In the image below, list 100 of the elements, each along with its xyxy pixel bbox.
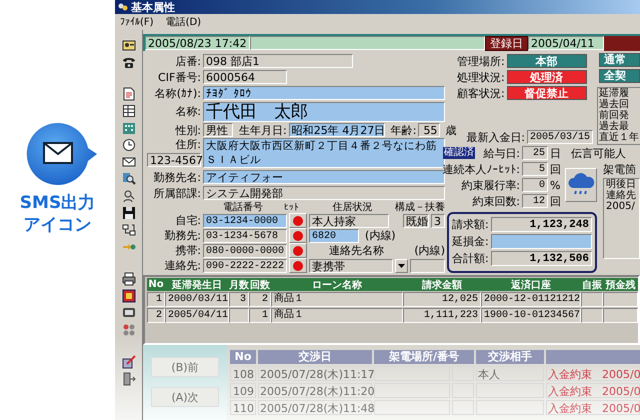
field-label: 顧客状況: <box>457 86 505 100</box>
table-cell: 2005/07/28(木)11:48 <box>258 400 372 415</box>
field-label: 勤務先: <box>163 228 201 243</box>
table-cell: 2005/07/28(木)11:20 <box>258 383 372 398</box>
birth-date-field[interactable]: 昭和25年 4月27日 <box>288 123 385 137</box>
table-cell: 109 <box>230 383 256 398</box>
field-label: 最新入金日: <box>466 130 525 144</box>
value-field: 2005/03/15 <box>527 130 593 144</box>
column-header: 預金残 <box>604 278 636 292</box>
document-icon[interactable] <box>122 87 136 101</box>
table-icon[interactable] <box>122 104 136 118</box>
datetime-field: 2005/08/23 17:42 <box>145 36 250 50</box>
field-label: CIF番号: <box>157 70 201 84</box>
printer-icon[interactable] <box>122 272 136 286</box>
value-field: 12 <box>522 194 548 208</box>
history-item: 前回発 <box>599 110 630 121</box>
amount-field[interactable] <box>490 234 592 248</box>
memo-field[interactable]: 明後日 連絡先 2005/ <box>603 178 640 259</box>
extension-field[interactable]: 6820 <box>309 228 359 242</box>
marital-field[interactable]: 既婚 <box>403 214 429 228</box>
value-field: 0 <box>522 178 548 192</box>
table-cell <box>581 308 603 323</box>
phone-field[interactable]: 080-0000-0000 <box>203 244 287 258</box>
postal-code-field[interactable]: 123-4567 <box>147 153 201 167</box>
table-cell <box>476 400 544 415</box>
person-icon[interactable] <box>122 189 136 203</box>
menu-item[interactable]: 電話(D) <box>166 15 202 29</box>
nav-button[interactable]: (A)次 <box>151 387 219 407</box>
phone-field[interactable]: 03-1234-5678 <box>203 228 287 242</box>
column-label: 連絡先名称 <box>329 243 384 258</box>
hit-indicator-button[interactable] <box>289 258 307 273</box>
weather-button[interactable] <box>565 168 597 202</box>
square-icon[interactable] <box>122 289 136 303</box>
dependents-field[interactable]: 3 <box>431 214 445 228</box>
table-cell: 入金約束 2005/0 <box>546 366 640 381</box>
search-icon[interactable] <box>122 172 136 186</box>
status-badge: 督促禁止 <box>506 86 587 100</box>
unit-label: 歳 <box>445 122 456 138</box>
field-label: 生年月日: <box>239 122 287 138</box>
table-cell: 1 <box>249 308 271 323</box>
extension-label: (内線) <box>365 228 396 243</box>
age-field[interactable]: 55 <box>418 123 440 137</box>
callout-label: SMS出力 アイコン <box>20 192 96 236</box>
hit-indicator-button[interactable] <box>289 213 307 228</box>
table-cell: 2005/07/28(木)11:17 <box>258 366 372 381</box>
gears-icon[interactable] <box>122 323 136 337</box>
name-field[interactable]: 千代田 太郎 <box>203 102 445 122</box>
table-cell: 2 <box>147 308 165 323</box>
clock-icon[interactable] <box>122 138 136 152</box>
contact-name-field[interactable]: 妻携帯 <box>309 258 393 272</box>
nav-button[interactable]: (B)前 <box>151 357 219 377</box>
phone-field[interactable]: 090-2222-2222 <box>203 258 287 272</box>
hit-indicator-button[interactable] <box>289 243 307 258</box>
contact-extension-field[interactable] <box>410 258 445 272</box>
field-label: 延損金: <box>452 234 489 248</box>
amount-field[interactable]: 1,123,248 <box>490 216 592 232</box>
envelope-icon[interactable] <box>122 155 136 169</box>
table-cell: 1900-10-01234567 <box>481 308 581 323</box>
column-label: 電話番号 <box>223 200 264 214</box>
field-label: 合計額: <box>452 250 489 266</box>
table-cell: 12,025 <box>403 292 481 307</box>
department-field[interactable]: システム開発部 <box>203 186 445 200</box>
column-header: 交渉日 <box>258 350 372 364</box>
field-label: 約束履行率: <box>461 178 520 192</box>
app-icon <box>118 2 128 12</box>
kana-name-field[interactable]: ﾁﾖﾀﾞ ﾀﾛｳ <box>203 86 445 100</box>
network-icon[interactable] <box>122 223 136 237</box>
unit-label: % <box>550 178 561 192</box>
field-label: 処理状況: <box>457 70 505 84</box>
unit-label: 回 <box>550 194 561 208</box>
table-cell: 2 <box>249 292 271 307</box>
exit-icon[interactable] <box>122 372 136 386</box>
side-button[interactable]: 全契 <box>599 69 640 83</box>
gender-field[interactable]: 男性 <box>203 123 233 137</box>
table-cell <box>452 400 474 415</box>
field-label: 名称: <box>174 104 201 119</box>
housing-field[interactable]: 本人持家 <box>309 214 389 228</box>
amount-field[interactable]: 1,132,506 <box>490 250 592 266</box>
history-item: 過去回 <box>599 99 630 110</box>
cif-number-field[interactable]: 6000564 <box>203 70 287 84</box>
chart-icon[interactable] <box>122 355 136 369</box>
phone-icon[interactable] <box>122 55 136 69</box>
column-header: 交渉相手 <box>476 350 544 364</box>
call-place-label: 架電箇 <box>602 162 637 176</box>
side-button[interactable]: 通常 <box>599 53 640 67</box>
phone-field[interactable]: 03-1234-0000 <box>203 214 287 228</box>
value-field: 5 <box>522 162 548 176</box>
building-icon[interactable] <box>122 121 136 135</box>
id-card-icon[interactable] <box>122 38 136 52</box>
dropdown-button[interactable] <box>395 258 408 272</box>
branch-field[interactable]: 098 部店1 <box>203 54 353 68</box>
monitor-icon[interactable] <box>122 306 136 320</box>
menu-item[interactable]: ﾌｧｲﾙ(F) <box>120 16 154 28</box>
field-label: 年齢: <box>390 122 416 138</box>
field-label: 連続本人ﾉｰﾋｯﾄ: <box>442 162 520 176</box>
hit-indicator-button[interactable] <box>289 228 307 243</box>
column-header: 延滞発生日 <box>170 278 223 292</box>
table-cell: 本人 <box>476 366 544 381</box>
status-block <box>604 36 640 51</box>
field-label: 給与日: <box>483 146 520 160</box>
